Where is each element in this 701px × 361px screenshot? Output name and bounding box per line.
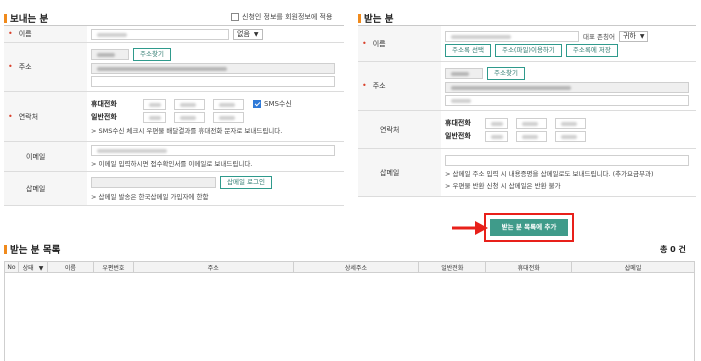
required-dot-icon: • [362, 38, 367, 48]
sender-phone-2-input[interactable] [174, 111, 205, 123]
title-bar-icon [4, 244, 7, 254]
col-phone: 일반전화 [418, 261, 487, 273]
sms-receive-option[interactable]: SMS수신 [253, 99, 292, 109]
col-semail: 삽메일 [571, 261, 695, 273]
required-dot-icon: • [8, 111, 13, 121]
col-detail-address: 상세주소 [292, 261, 420, 273]
receiver-count: 총 0 건 [660, 245, 686, 254]
sender-phone-1-input[interactable] [143, 111, 166, 123]
sender-mobile-1-input[interactable] [143, 98, 166, 110]
receiver-semail-row: 삽메일 > 삽메일 주소 입력 시 내용증명을 삽메일로도 보내드립니다. (추… [358, 148, 696, 197]
receiver-semail-input[interactable] [445, 155, 689, 166]
sender-semail-row: 삽메일 삽메일 로그인 > 삽메일 발송은 한국삽메일 가입자에 한함 [4, 171, 344, 206]
receiver-address-detail-input[interactable] [445, 94, 689, 106]
col-address: 주소 [132, 261, 294, 273]
chevron-down-icon: ▼ [639, 32, 645, 40]
sender-find-address-button[interactable]: 주소찾기 [133, 47, 171, 61]
sms-receive-checkbox[interactable] [253, 100, 261, 108]
required-dot-icon: • [8, 29, 13, 38]
receiver-title-select[interactable]: 귀하 ▼ [618, 30, 649, 42]
save-to-member-option[interactable]: 신청인 정보를 회원정보에 적용 [231, 12, 332, 22]
sender-address-detail-input[interactable] [91, 75, 335, 87]
receiver-mobile-2-input[interactable] [516, 117, 547, 129]
sender-semail-input[interactable] [91, 177, 216, 188]
sender-title: 보내는 분 [4, 11, 48, 25]
sender-mobile-3-input[interactable] [213, 98, 244, 110]
addressbook-save-button[interactable]: 주소록에 저장 [565, 43, 618, 57]
table-header-row: No 상태 ▼ 이름 우편번호 주소 상세주소 일반전화 휴대전화 삽메일 [4, 261, 695, 273]
sender-contact-row: • 연락처 휴대전화 SMS수신 일반전화 > SMS수신 체크시 우편물 배달… [4, 91, 344, 142]
required-dot-icon: • [8, 62, 13, 71]
receiver-address-row: • 주소 주소찾기 [358, 61, 696, 111]
col-zipcode: 우편번호 [92, 261, 134, 273]
addressbook-select-button[interactable]: 주소록 선택 [445, 43, 491, 57]
add-to-receiver-list-button[interactable]: 받는 분 목록에 추가 [490, 219, 568, 236]
email-note: > 이메일 입력하시면 접수확인서를 이메일로 보내드립니다. [91, 160, 253, 168]
col-mobile: 휴대전화 [485, 261, 573, 273]
receiver-phone-2-input[interactable] [516, 130, 547, 142]
col-name: 이름 [46, 261, 94, 273]
receiver-phone-3-input[interactable] [555, 130, 586, 142]
receiver-zipcode-input[interactable] [445, 67, 483, 79]
receiver-address-input[interactable] [445, 81, 689, 93]
sender-address-input[interactable] [91, 62, 335, 74]
receiver-mobile-3-input[interactable] [555, 117, 586, 129]
sender-name-suffix-select[interactable]: 없음 ▼ [233, 28, 263, 40]
receiver-name-input[interactable] [445, 30, 579, 42]
receiver-contact-row: 연락처 휴대전화 일반전화 [358, 110, 696, 149]
title-bar-icon [358, 13, 361, 23]
receiver-semail-note-2: > 우편물 반환 신청 시 삽메일은 반환 불가 [445, 182, 561, 190]
sms-note: > SMS수신 체크시 우편물 배달결과를 휴대전화 문자로 보내드립니다. [91, 126, 283, 135]
semail-note: > 삽메일 발송은 한국삽메일 가입자에 한함 [91, 193, 209, 201]
sender-mobile-2-input[interactable] [174, 98, 205, 110]
col-no: No [4, 261, 19, 273]
sender-zipcode-input[interactable] [91, 48, 129, 60]
sender-name-input[interactable] [91, 28, 229, 40]
title-bar-icon [4, 13, 7, 23]
receiver-form: • 이름 대표 존칭어 귀하 ▼ 주소록 선택 주소(파일)이용하기 주소록에 저장 [358, 25, 696, 197]
receiver-mobile-1-input[interactable] [485, 117, 508, 129]
receiver-find-address-button[interactable]: 주소찾기 [487, 66, 525, 80]
save-to-member-checkbox[interactable] [231, 13, 239, 21]
sender-email-row: 이메일 > 이메일 입력하시면 접수확인서를 이메일로 보내드립니다. [4, 141, 344, 172]
receiver-title: 받는 분 [358, 11, 394, 25]
sender-name-row: • 이름 없음 ▼ [4, 25, 344, 43]
sender-form: • 이름 없음 ▼ • 주소 주소찾기 • 연락처 휴대전화 SMS수신 일반전… [4, 25, 344, 206]
sender-email-input[interactable] [91, 145, 335, 156]
semail-login-button[interactable]: 삽메일 로그인 [220, 176, 272, 189]
receiver-semail-note-1: > 삽메일 주소 입력 시 내용증명을 삽메일로도 보내드립니다. (추가요금부… [445, 170, 654, 178]
sender-phone-3-input[interactable] [213, 111, 244, 123]
list-title: 받는 분 목록 [4, 242, 60, 256]
chevron-down-icon: ▼ [38, 264, 44, 272]
sender-address-row: • 주소 주소찾기 [4, 42, 344, 92]
receiver-list-body [4, 272, 695, 361]
addressbook-file-button[interactable]: 주소(파일)이용하기 [494, 43, 562, 57]
col-status[interactable]: 상태 ▼ [17, 261, 48, 273]
required-dot-icon: • [362, 81, 367, 90]
receiver-phone-1-input[interactable] [485, 130, 508, 142]
chevron-down-icon: ▼ [253, 30, 259, 38]
receiver-name-row: • 이름 대표 존칭어 귀하 ▼ 주소록 선택 주소(파일)이용하기 주소록에 저장 [358, 25, 696, 62]
